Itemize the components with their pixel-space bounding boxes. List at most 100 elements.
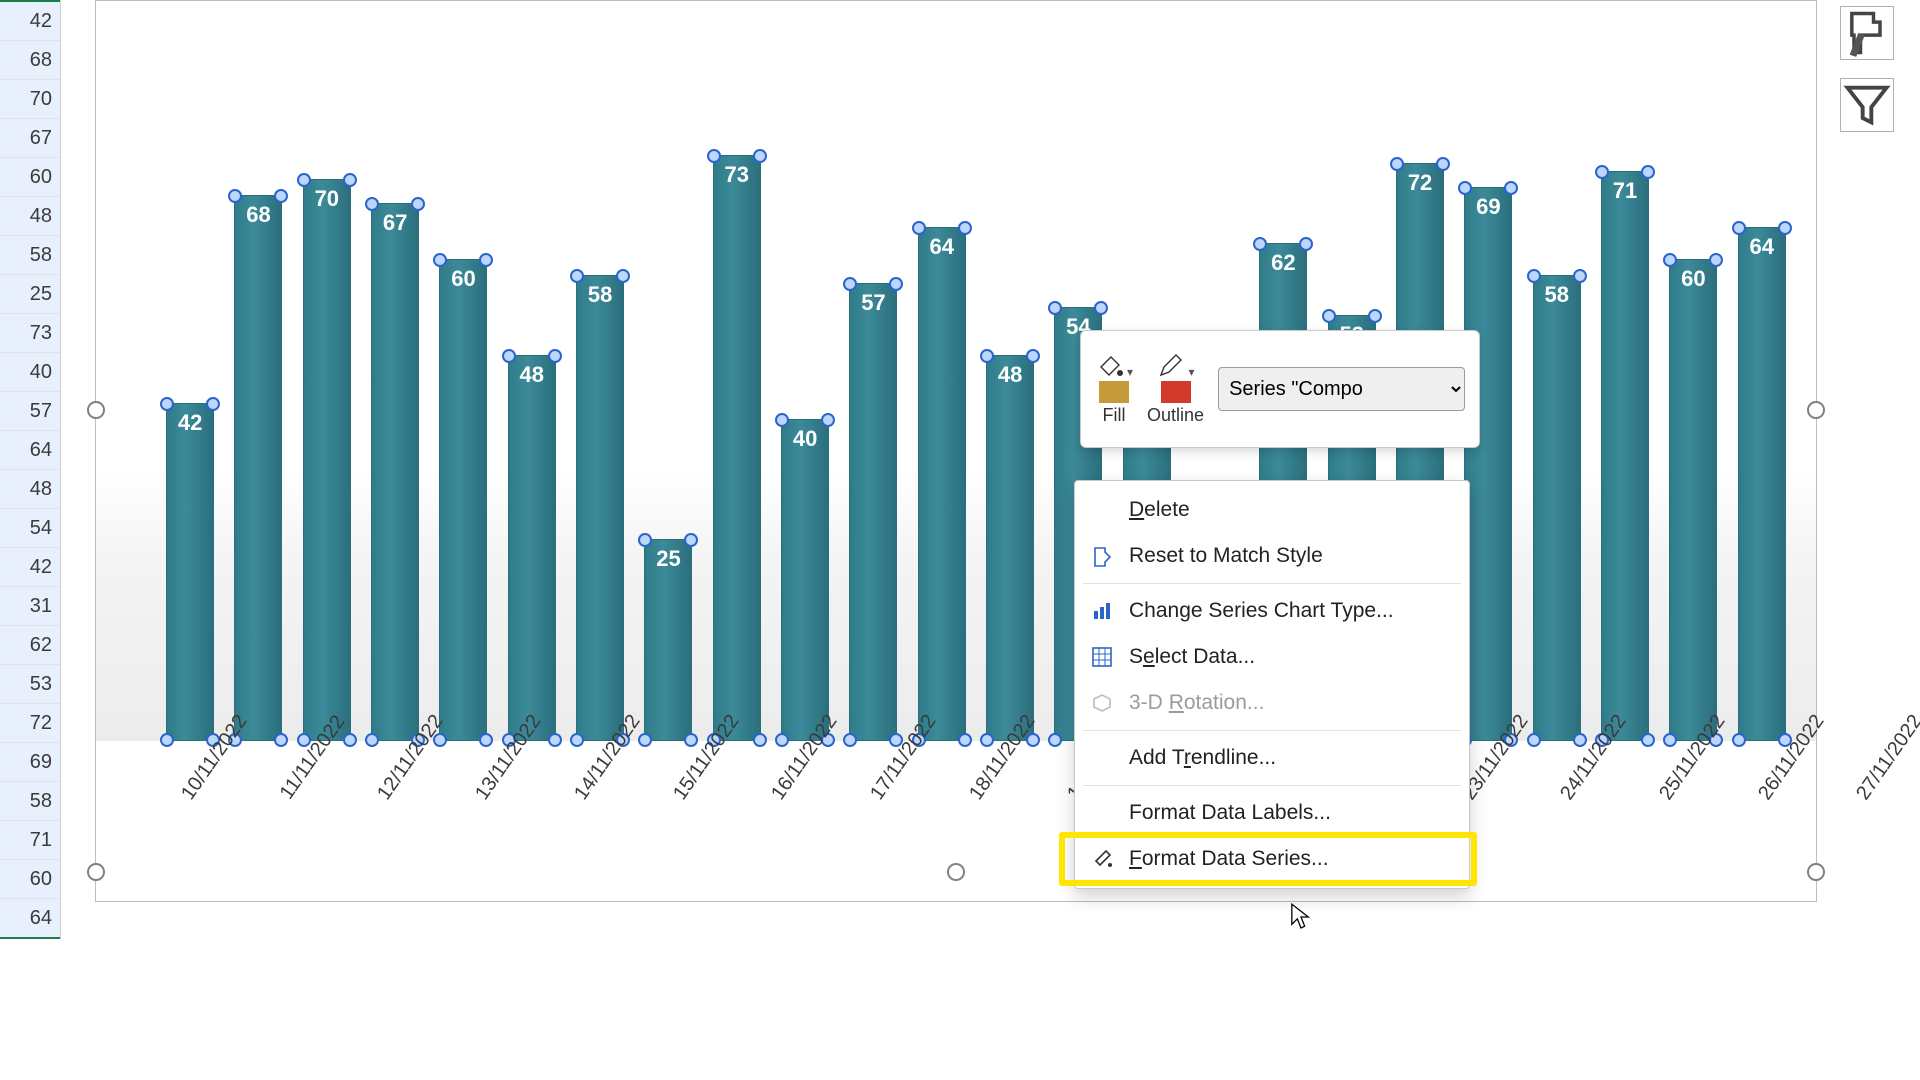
chart-plot-area[interactable]: 4268706760485825734057644854423162537269…: [156, 101, 1796, 741]
chart-resize-handle[interactable]: [1807, 401, 1825, 419]
row-value-cell[interactable]: 60: [0, 158, 60, 197]
row-value-cell[interactable]: 71: [0, 821, 60, 860]
series-selection-handle[interactable]: [297, 173, 311, 187]
series-selection-handle[interactable]: [206, 397, 220, 411]
data-bar[interactable]: 58: [576, 275, 624, 741]
series-selection-handle[interactable]: [160, 733, 174, 747]
row-value-cell[interactable]: 53: [0, 665, 60, 704]
data-bar[interactable]: 57: [849, 283, 897, 741]
series-selection-handle[interactable]: [1595, 165, 1609, 179]
row-value-cell[interactable]: 25: [0, 275, 60, 314]
series-selection-handle[interactable]: [1778, 221, 1792, 235]
data-bar[interactable]: 42: [166, 403, 214, 741]
change-chart-type-menu-item[interactable]: Change Series Chart Type...: [1075, 588, 1469, 634]
series-selection-handle[interactable]: [228, 189, 242, 203]
data-bar[interactable]: 71: [1601, 171, 1649, 741]
data-bar[interactable]: 64: [918, 227, 966, 741]
chart-resize-handle[interactable]: [947, 863, 965, 881]
data-bar[interactable]: 48: [508, 355, 556, 741]
series-selection-handle[interactable]: [912, 221, 926, 235]
series-selection-handle[interactable]: [889, 277, 903, 291]
data-bar[interactable]: 40: [781, 419, 829, 741]
delete-menu-item[interactable]: Delete: [1075, 487, 1469, 533]
series-selector-dropdown[interactable]: Series "Compo: [1218, 367, 1465, 411]
series-selection-handle[interactable]: [1368, 309, 1382, 323]
row-value-cell[interactable]: 42: [0, 0, 60, 41]
chart-resize-handle[interactable]: [87, 401, 105, 419]
row-value-cell[interactable]: 54: [0, 509, 60, 548]
series-selection-handle[interactable]: [707, 149, 721, 163]
series-selection-handle[interactable]: [1663, 733, 1677, 747]
series-selection-handle[interactable]: [1322, 309, 1336, 323]
series-selection-handle[interactable]: [479, 253, 493, 267]
data-bar[interactable]: 58: [1533, 275, 1581, 741]
chart-resize-handle[interactable]: [1807, 863, 1825, 881]
series-selection-handle[interactable]: [1709, 253, 1723, 267]
row-value-cell[interactable]: 48: [0, 197, 60, 236]
series-selection-handle[interactable]: [343, 173, 357, 187]
data-bar[interactable]: 67: [371, 203, 419, 741]
data-bar[interactable]: 68: [234, 195, 282, 741]
series-selection-handle[interactable]: [684, 733, 698, 747]
row-value-cell[interactable]: 60: [0, 860, 60, 899]
data-bar[interactable]: 25: [644, 539, 692, 741]
format-data-series-menu-item[interactable]: Format Data Series...: [1075, 836, 1469, 882]
series-selection-handle[interactable]: [753, 149, 767, 163]
row-value-cell[interactable]: 57: [0, 392, 60, 431]
series-selection-handle[interactable]: [160, 397, 174, 411]
series-selection-handle[interactable]: [775, 733, 789, 747]
chart-object[interactable]: 4268706760485825734057644854423162537269…: [95, 0, 1817, 902]
series-selection-handle[interactable]: [1527, 269, 1541, 283]
series-selection-handle[interactable]: [548, 349, 562, 363]
data-bar[interactable]: 70: [303, 179, 351, 741]
row-value-cell[interactable]: 58: [0, 782, 60, 821]
data-bar[interactable]: 60: [439, 259, 487, 741]
series-selection-handle[interactable]: [365, 197, 379, 211]
series-selection-handle[interactable]: [1641, 165, 1655, 179]
row-value-cell[interactable]: 72: [0, 704, 60, 743]
series-selection-handle[interactable]: [1436, 157, 1450, 171]
row-value-cell[interactable]: 70: [0, 80, 60, 119]
data-bar[interactable]: 69: [1464, 187, 1512, 741]
series-selection-handle[interactable]: [433, 253, 447, 267]
series-selection-handle[interactable]: [638, 533, 652, 547]
chart-filter-button[interactable]: [1840, 78, 1894, 132]
chart-format-paintbrush-button[interactable]: [1840, 6, 1894, 60]
series-selection-handle[interactable]: [1094, 301, 1108, 315]
row-value-cell[interactable]: 40: [0, 353, 60, 392]
series-selection-handle[interactable]: [821, 413, 835, 427]
series-selection-handle[interactable]: [980, 733, 994, 747]
series-selection-handle[interactable]: [958, 221, 972, 235]
row-value-cell[interactable]: 31: [0, 587, 60, 626]
reset-style-menu-item[interactable]: Reset to Match Style: [1075, 533, 1469, 579]
series-selection-handle[interactable]: [411, 197, 425, 211]
series-selection-handle[interactable]: [775, 413, 789, 427]
series-selection-handle[interactable]: [843, 277, 857, 291]
row-value-cell[interactable]: 58: [0, 236, 60, 275]
row-value-cell[interactable]: 64: [0, 899, 60, 939]
series-selection-handle[interactable]: [1253, 237, 1267, 251]
series-selection-handle[interactable]: [1504, 181, 1518, 195]
outline-dropdown[interactable]: ▾ Outline: [1147, 353, 1204, 426]
series-selection-handle[interactable]: [1299, 237, 1313, 251]
series-selection-handle[interactable]: [980, 349, 994, 363]
series-selection-handle[interactable]: [1458, 181, 1472, 195]
row-value-cell[interactable]: 64: [0, 431, 60, 470]
data-bar[interactable]: 64: [1738, 227, 1786, 741]
series-selection-handle[interactable]: [616, 269, 630, 283]
series-selection-handle[interactable]: [1573, 269, 1587, 283]
series-selection-handle[interactable]: [1663, 253, 1677, 267]
chart-resize-handle[interactable]: [87, 863, 105, 881]
series-selection-handle[interactable]: [684, 533, 698, 547]
row-value-cell[interactable]: 67: [0, 119, 60, 158]
series-selection-handle[interactable]: [570, 269, 584, 283]
select-data-menu-item[interactable]: Select Data...: [1075, 634, 1469, 680]
row-value-cell[interactable]: 68: [0, 41, 60, 80]
row-value-cell[interactable]: 62: [0, 626, 60, 665]
row-value-cell[interactable]: 42: [0, 548, 60, 587]
series-selection-handle[interactable]: [1732, 221, 1746, 235]
series-selection-handle[interactable]: [479, 733, 493, 747]
data-bar[interactable]: 73: [713, 155, 761, 741]
add-trendline-menu-item[interactable]: Add Trendline...: [1075, 735, 1469, 781]
row-value-cell[interactable]: 48: [0, 470, 60, 509]
